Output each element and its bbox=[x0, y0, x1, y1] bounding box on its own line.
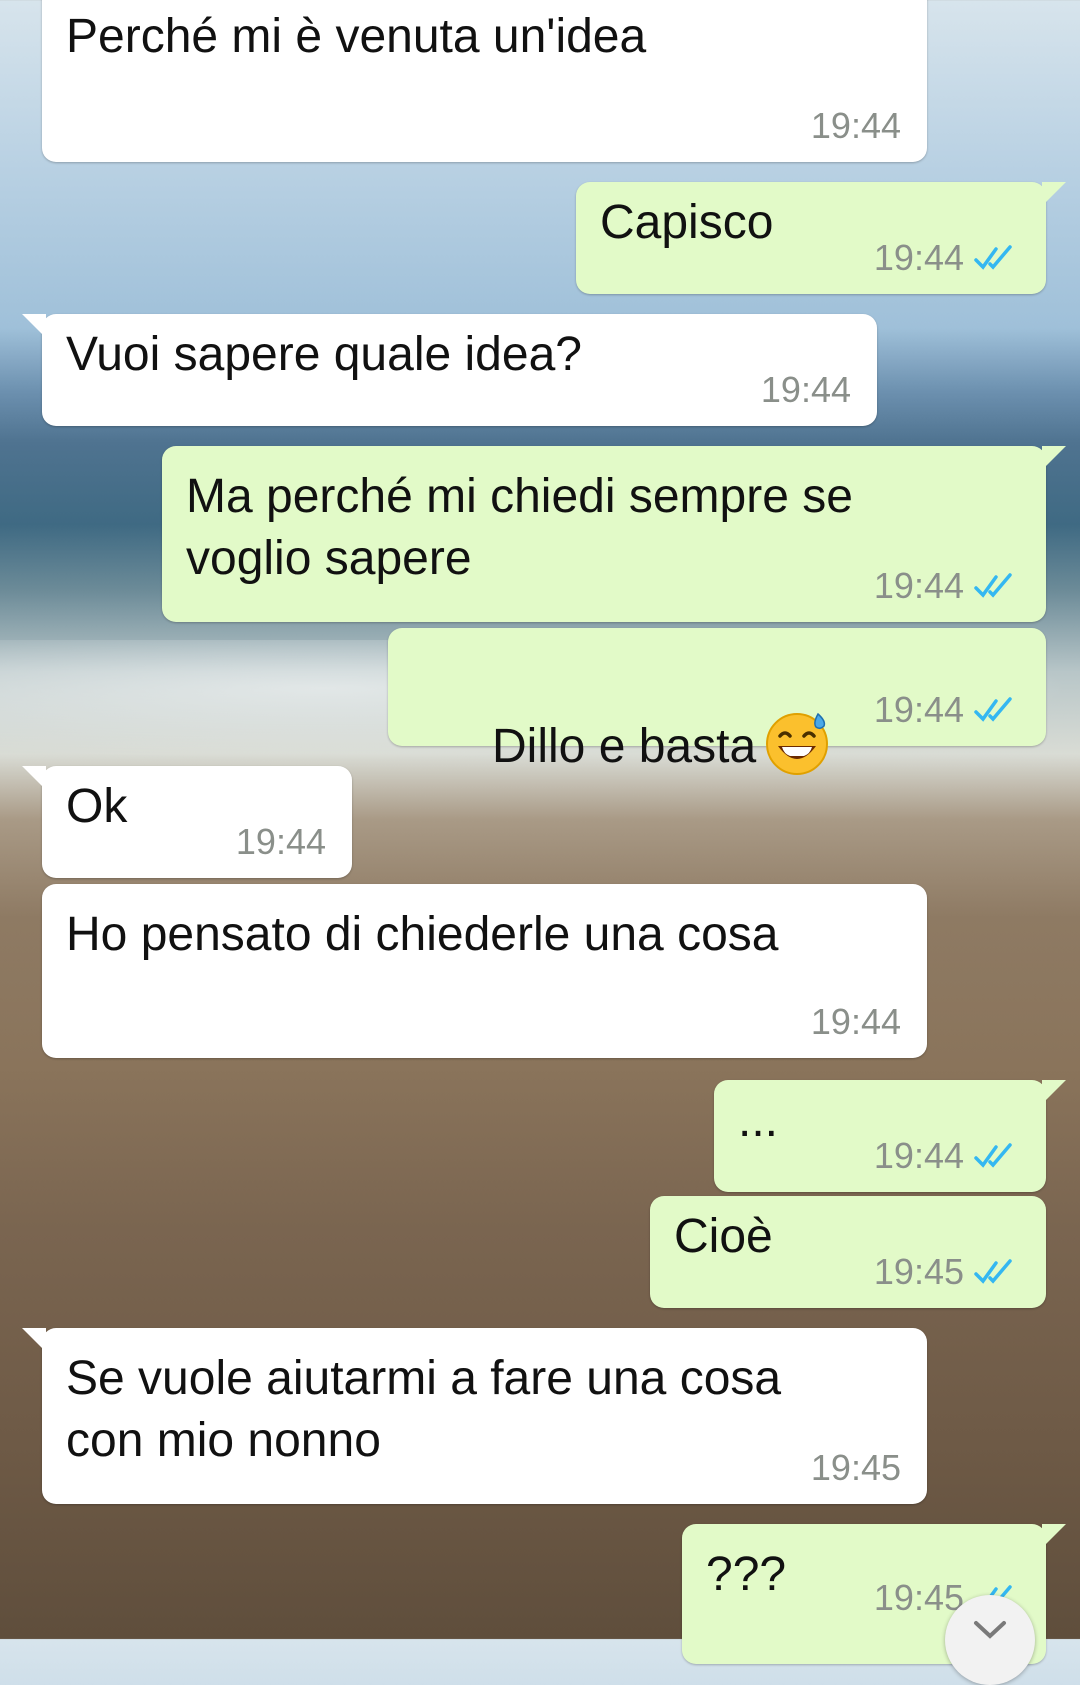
message-incoming[interactable]: Perché mi è venuta un'idea 19:44 bbox=[42, 0, 927, 162]
message-meta: 19:44 bbox=[874, 1136, 1020, 1176]
message-meta: 19:44 bbox=[874, 238, 1020, 278]
message-time: 19:45 bbox=[873, 1577, 964, 1618]
message-time: 19:44 bbox=[810, 1001, 901, 1042]
message-meta: 19:44 bbox=[874, 566, 1020, 606]
double-check-icon bbox=[974, 1259, 1012, 1284]
message-time: 19:44 bbox=[810, 105, 901, 146]
message-time: 19:44 bbox=[873, 689, 964, 730]
message-time: 19:45 bbox=[810, 1447, 901, 1488]
message-meta: 19:44 bbox=[761, 370, 851, 410]
message-time: 19:44 bbox=[760, 369, 851, 410]
double-check-icon bbox=[974, 573, 1012, 598]
message-incoming[interactable]: Se vuole aiutarmi a fare una cosa con mi… bbox=[22, 1328, 927, 1504]
message-text: Ho pensato di chiederle una cosa bbox=[66, 908, 779, 961]
message-outgoing[interactable]: Capisco 19:44 bbox=[576, 182, 1066, 294]
message-outgoing[interactable]: Cioè 19:45 bbox=[650, 1196, 1046, 1308]
message-text: Vuoi sapere quale idea? bbox=[66, 328, 582, 381]
message-meta: 19:44 bbox=[874, 690, 1020, 730]
scroll-to-bottom-button[interactable] bbox=[945, 1595, 1035, 1685]
message-text: Ma perché mi chiedi sempre se voglio sap… bbox=[186, 470, 853, 585]
message-text: Dillo e basta bbox=[412, 648, 830, 840]
message-text: Ok bbox=[66, 780, 128, 833]
message-incoming[interactable]: Ho pensato di chiederle una cosa 19:44 bbox=[42, 884, 927, 1058]
message-outgoing[interactable]: Dillo e basta 19:44 bbox=[388, 628, 1046, 775]
message-outgoing[interactable]: Ma perché mi chiedi sempre se voglio sap… bbox=[162, 446, 1066, 622]
message-time: 19:44 bbox=[873, 1135, 964, 1176]
double-check-icon bbox=[974, 245, 1012, 270]
message-incoming[interactable]: Ok 19:44 bbox=[22, 766, 352, 878]
message-text: Se vuole aiutarmi a fare una cosa con mi… bbox=[66, 1352, 782, 1467]
message-meta: 19:44 bbox=[811, 1002, 901, 1042]
message-text: Capisco bbox=[600, 196, 774, 249]
chevron-down-icon bbox=[974, 1621, 1006, 1639]
message-time: 19:44 bbox=[873, 237, 964, 278]
message-text: Cioè bbox=[674, 1210, 773, 1263]
message-text: ??? bbox=[706, 1548, 787, 1601]
message-incoming[interactable]: Vuoi sapere quale idea? 19:44 bbox=[22, 314, 877, 426]
message-text: Perché mi è venuta un'idea bbox=[66, 10, 647, 63]
double-check-icon bbox=[974, 697, 1012, 722]
message-meta: 19:44 bbox=[236, 822, 326, 862]
message-text-content: Dillo e basta bbox=[492, 720, 757, 773]
message-text: ... bbox=[738, 1094, 779, 1147]
grinning-face-with-sweat-icon bbox=[766, 712, 829, 775]
message-outgoing[interactable]: ... 19:44 bbox=[714, 1080, 1066, 1192]
message-meta: 19:44 bbox=[811, 106, 901, 146]
message-meta: 19:45 bbox=[811, 1448, 901, 1488]
message-time: 19:44 bbox=[235, 821, 326, 862]
message-meta: 19:45 bbox=[874, 1252, 1020, 1292]
message-time: 19:44 bbox=[873, 565, 964, 606]
message-time: 19:45 bbox=[873, 1251, 964, 1292]
double-check-icon bbox=[974, 1143, 1012, 1168]
chat-message-list[interactable]: Perché mi è venuta un'idea 19:44 Capisco… bbox=[0, 0, 1080, 1685]
